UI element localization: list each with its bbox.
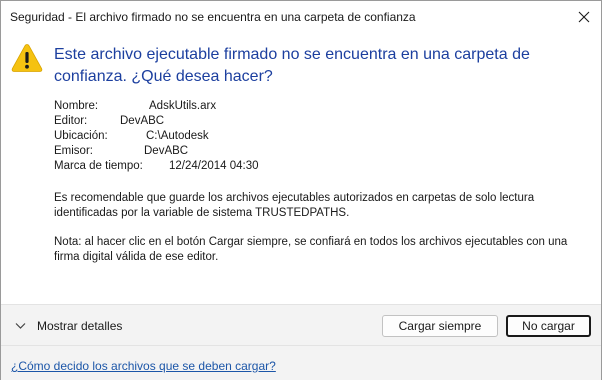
field-location-label: Ubicación: [54,130,108,142]
show-details-toggle[interactable]: Mostrar detalles [15,317,122,335]
field-editor-value: DevABC [120,115,165,127]
field-editor-row: Editor: DevABC [54,115,164,127]
field-timestamp-value: 12/24/2014 04:30 [169,160,259,172]
dialog-heading: Este archivo ejecutable firmado no se en… [54,46,530,85]
field-name-row: Nombre: AdskUtils.arx [54,100,216,112]
field-issuer-row: Emisor: DevABC [54,145,188,157]
help-link[interactable]: ¿Cómo decido los archivos que se deben c… [11,359,276,373]
load-always-button[interactable]: Cargar siempre [382,315,498,337]
field-issuer-value: DevABC [144,145,189,157]
field-location-value: C:\Autodesk [146,130,209,142]
field-timestamp-row: Marca de tiempo: 12/24/2014 04:30 [54,160,259,172]
dialog-footer: Mostrar detalles Cargar siempre No carga… [1,304,601,380]
chevron-down-icon [15,323,26,329]
security-dialog: Seguridad - El archivo firmado no se enc… [0,0,602,380]
close-button[interactable] [571,5,597,29]
show-details-label: Mostrar detalles [37,319,123,333]
note-text: Nota: al hacer clic en el botón Cargar s… [54,236,568,263]
field-issuer-label: Emisor: [54,145,93,157]
recommendation-text: Es recomendable que guarde los archivos … [54,192,535,219]
field-name-label: Nombre: [54,100,99,112]
field-location-row: Ubicación: C:\Autodesk [54,130,209,142]
field-timestamp-label: Marca de tiempo: [54,160,143,172]
field-name-value: AdskUtils.arx [149,100,217,112]
field-editor-label: Editor: [54,115,88,127]
do-not-load-button[interactable]: No cargar [506,315,591,337]
warning-icon [11,44,43,72]
window-title: Seguridad - El archivo firmado no se enc… [10,10,416,24]
title-bar: Seguridad - El archivo firmado no se enc… [1,1,601,33]
footer-divider [1,345,601,346]
close-icon [578,11,590,23]
